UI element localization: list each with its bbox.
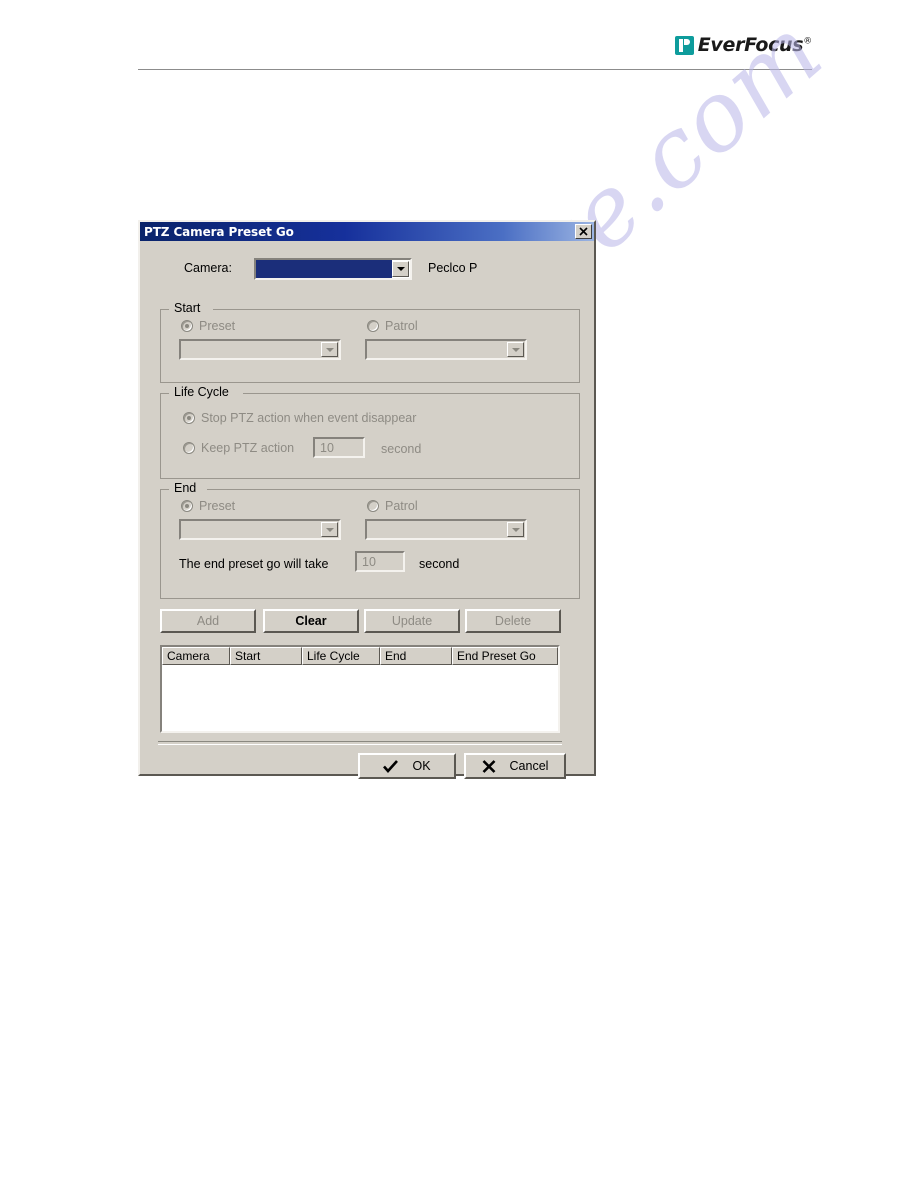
ok-button-label: OK [412,759,431,773]
add-button[interactable]: Add [160,609,256,633]
life-cycle-seconds-input[interactable]: 10 [313,437,365,458]
everfocus-logo-text: EverFocus® [697,34,813,56]
radio-indicator [183,442,195,454]
start-patrol-value [367,341,507,358]
radio-indicator [367,500,379,512]
radio-indicator [367,320,379,332]
camera-select[interactable] [254,258,412,280]
everfocus-logo-icon [674,35,694,55]
start-preset-radio[interactable]: Preset [181,319,235,333]
end-patrol-label: Patrol [385,499,418,513]
preset-table: Camera Start Life Cycle End End Preset G… [160,645,560,733]
end-preset-value [181,521,321,538]
start-patrol-label: Patrol [385,319,418,333]
life-cycle-stop-label: Stop PTZ action when event disappear [201,411,417,425]
radio-indicator [181,320,193,332]
footer-divider [158,741,562,745]
chevron-down-icon[interactable] [392,261,409,277]
update-button[interactable]: Update [364,609,460,633]
start-group: Start Preset Patrol [160,301,580,383]
camera-select-value [256,260,392,278]
table-column-end-preset-go[interactable]: End Preset Go [452,647,558,665]
dialog-titlebar: PTZ Camera Preset Go [140,222,594,241]
life-cycle-group-legend: Life Cycle [171,385,232,399]
table-column-end[interactable]: End [380,647,452,665]
start-group-legend: Start [171,301,204,315]
end-preset-select[interactable] [179,519,341,540]
start-preset-select[interactable] [179,339,341,360]
start-preset-value [181,341,321,358]
registered-mark: ® [803,36,812,47]
start-patrol-select[interactable] [365,339,527,360]
table-column-camera[interactable]: Camera [162,647,230,665]
end-patrol-radio[interactable]: Patrol [367,499,418,513]
page-header: EverFocus® [138,34,812,68]
cancel-button-label: Cancel [509,759,549,773]
ptz-camera-preset-go-dialog: PTZ Camera Preset Go Camera: Peclco P St… [138,220,596,779]
everfocus-logo: EverFocus® [674,34,813,56]
life-cycle-second-unit: second [381,442,422,456]
end-take-label: The end preset go will take [179,557,329,571]
radio-indicator [181,500,193,512]
end-patrol-value [367,521,507,538]
life-cycle-keep-label: Keep PTZ action [201,441,295,455]
chevron-down-icon[interactable] [321,522,338,537]
chevron-down-icon[interactable] [507,342,524,357]
check-icon [383,759,399,773]
header-divider [138,69,812,70]
ok-button[interactable]: OK [358,753,456,779]
radio-indicator [183,412,195,424]
brand-name: EverFocus [697,34,804,56]
close-icon[interactable] [575,224,592,239]
end-preset-label: Preset [199,499,236,513]
end-take-seconds-input[interactable]: 10 [355,551,405,572]
table-column-life-cycle[interactable]: Life Cycle [302,647,380,665]
protocol-label: Peclco P [428,261,478,275]
table-header-row: Camera Start Life Cycle End End Preset G… [162,647,558,665]
life-cycle-group: Life Cycle Stop PTZ action when event di… [160,385,580,479]
dialog-body: Camera: Peclco P Start Preset Patrol Lif… [140,241,594,779]
clear-button[interactable]: Clear [263,609,359,633]
life-cycle-keep-radio[interactable]: Keep PTZ action [183,441,294,455]
table-body[interactable] [162,665,558,731]
start-patrol-radio[interactable]: Patrol [367,319,418,333]
table-column-start[interactable]: Start [230,647,302,665]
cancel-button[interactable]: Cancel [464,753,566,779]
camera-row: Camera: Peclco P [140,258,594,282]
end-patrol-select[interactable] [365,519,527,540]
chevron-down-icon[interactable] [507,522,524,537]
chevron-down-icon[interactable] [321,342,338,357]
life-cycle-stop-radio[interactable]: Stop PTZ action when event disappear [183,411,416,425]
end-group: End Preset Patrol The end preset go will… [160,481,580,599]
start-preset-label: Preset [199,319,236,333]
end-second-unit: second [419,557,460,571]
end-group-legend: End [171,481,200,495]
delete-button[interactable]: Delete [465,609,561,633]
dialog-title: PTZ Camera Preset Go [144,224,294,239]
cross-icon [482,759,495,773]
end-preset-radio[interactable]: Preset [181,499,235,513]
camera-label: Camera: [184,261,232,275]
action-button-row: Add Clear Update Delete [160,609,580,633]
